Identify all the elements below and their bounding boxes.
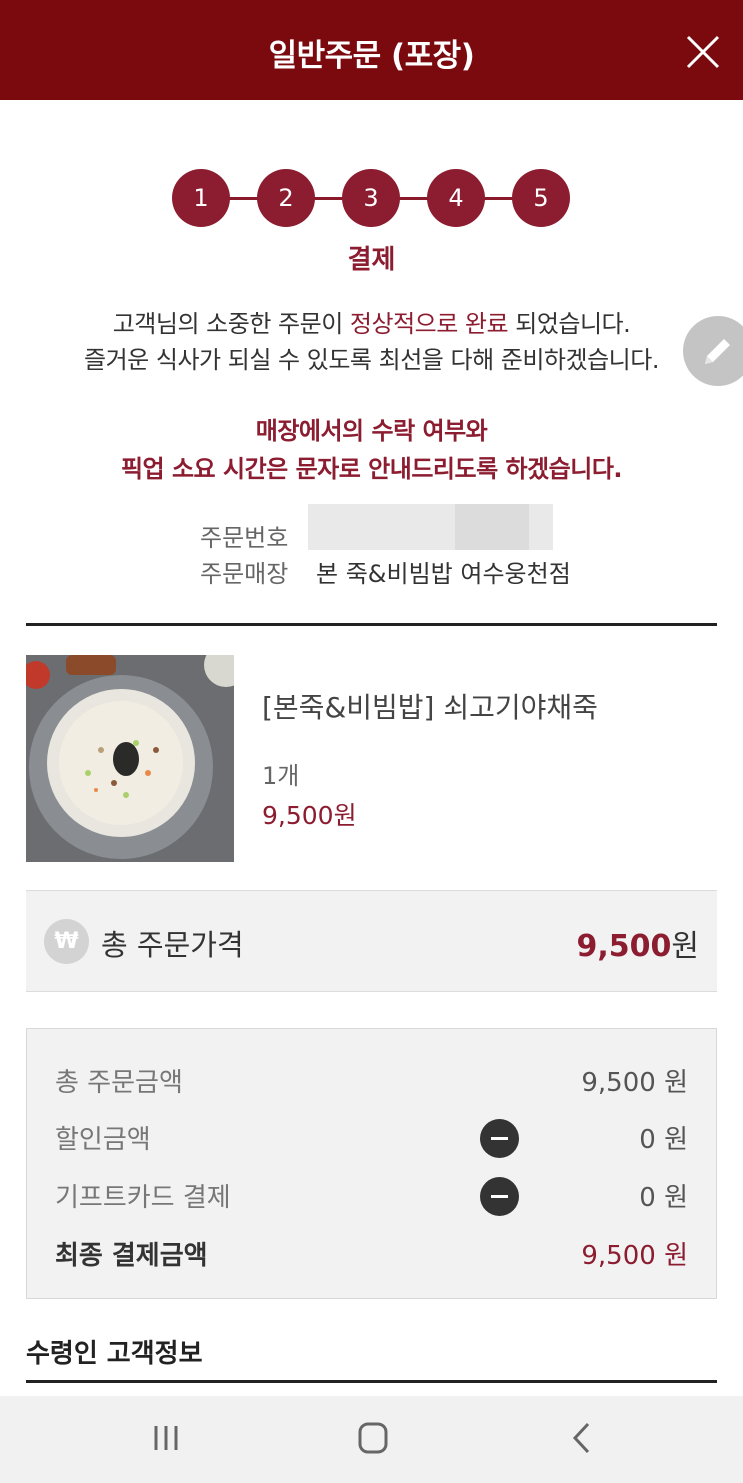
- minus-icon: [480, 1119, 519, 1158]
- step-2: 2: [257, 169, 315, 227]
- total-amount-value: 9,500: [576, 929, 672, 964]
- recent-apps-icon: [154, 1426, 178, 1450]
- system-navigation-bar: [0, 1396, 743, 1483]
- payment-row-label: 최종 결제금액: [55, 1241, 208, 1271]
- progress-steps: 1 2 3 4 5: [172, 169, 572, 229]
- store-label: 주문매장: [200, 560, 289, 588]
- payment-row-value: 0 원: [639, 1183, 688, 1213]
- total-label: 총 주문가격: [101, 928, 244, 962]
- payment-row-value: 0 원: [639, 1125, 688, 1155]
- back-button[interactable]: [556, 1416, 606, 1462]
- edit-button[interactable]: [683, 316, 743, 386]
- recent-apps-button[interactable]: [141, 1416, 191, 1462]
- home-icon: [358, 1422, 388, 1454]
- completion-message-line2: 즐거운 식사가 되실 수 있도록 최선을 다해 준비하겠습니다.: [84, 346, 659, 374]
- payment-row-final: 최종 결제금액 9,500 원: [27, 1235, 716, 1275]
- step-5: 5: [512, 169, 570, 227]
- product-price: 9,500원: [262, 801, 357, 830]
- step-1: 1: [172, 169, 230, 227]
- order-number-masked: [308, 504, 553, 550]
- back-icon: [572, 1422, 590, 1454]
- pencil-icon: [705, 339, 730, 364]
- step-4: 4: [427, 169, 485, 227]
- message-text: 고객님의 소중한 주문이: [112, 310, 350, 338]
- close-button[interactable]: [685, 34, 721, 70]
- payment-row: 할인금액 0 원: [27, 1119, 716, 1159]
- minus-icon: [480, 1177, 519, 1216]
- payment-breakdown: 총 주문금액 9,500 원 할인금액 0 원 기프트카드 결제 0 원 최종 …: [26, 1028, 717, 1299]
- total-amount-unit: 원: [671, 929, 699, 964]
- current-step-label: 결제: [347, 245, 396, 275]
- step-3: 3: [342, 169, 400, 227]
- payment-row-label: 할인금액: [55, 1125, 151, 1155]
- payment-row-label: 기프트카드 결제: [55, 1183, 231, 1213]
- payment-row-value: 9,500 원: [581, 1068, 688, 1098]
- payment-row: 총 주문금액 9,500 원: [27, 1062, 716, 1102]
- page-title: 일반주문 (포장): [268, 38, 475, 74]
- message-text-end: 되었습니다.: [508, 310, 631, 338]
- notice-line2: 픽업 소요 시간은 문자로 안내드리도록 하겠습니다.: [120, 455, 623, 483]
- product-name: [본죽&비빔밥] 쇠고기야채죽: [262, 691, 598, 724]
- payment-row-label: 총 주문금액: [55, 1068, 183, 1098]
- total-amount: 9,500원: [576, 921, 699, 965]
- receiver-section-title: 수령인 고객정보: [26, 1339, 203, 1369]
- product-quantity: 1개: [262, 762, 300, 790]
- won-icon: ₩: [44, 919, 89, 964]
- divider: [26, 1380, 717, 1383]
- completion-message: 고객님의 소중한 주문이 정상적으로 완료 되었습니다.: [0, 304, 743, 339]
- divider: [26, 623, 717, 626]
- home-button[interactable]: [348, 1416, 398, 1462]
- product-image: [26, 655, 234, 862]
- store-name: 본 죽&비빔밥 여수웅천점: [316, 560, 571, 588]
- payment-row: 기프트카드 결제 0 원: [27, 1177, 716, 1217]
- order-number-label: 주문번호: [200, 524, 289, 552]
- message-highlight: 정상적으로 완료: [349, 310, 509, 338]
- close-icon: [686, 35, 720, 69]
- header-bar: 일반주문 (포장): [0, 0, 743, 100]
- notice-line1: 매장에서의 수락 여부와: [255, 417, 488, 445]
- payment-row-value: 9,500 원: [581, 1241, 688, 1271]
- total-price-box: ₩ 총 주문가격 9,500원: [26, 890, 717, 992]
